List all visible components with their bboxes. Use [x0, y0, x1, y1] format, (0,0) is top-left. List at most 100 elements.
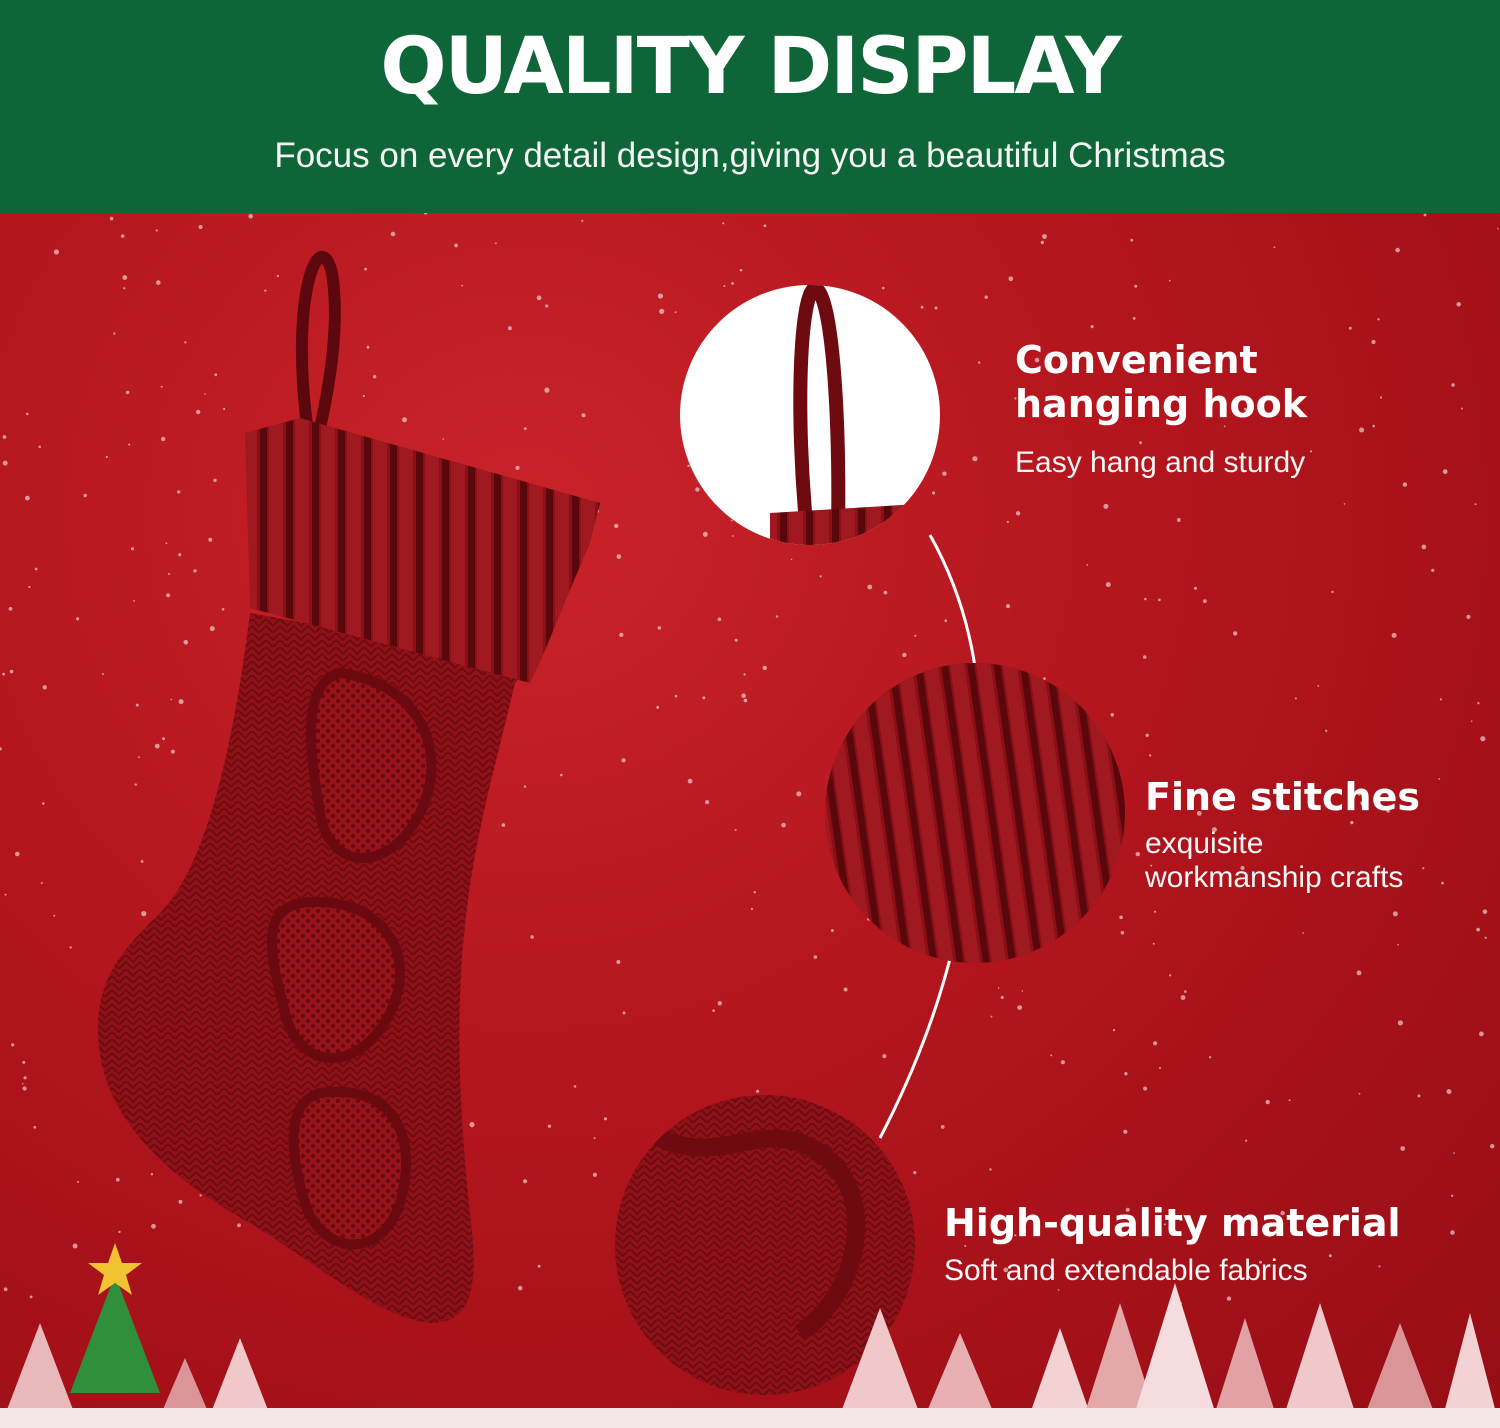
snow-dot — [723, 285, 726, 288]
snow-dot — [1343, 503, 1346, 505]
snow-dot — [223, 407, 226, 411]
product-scene: Convenient hanging hook Easy hang and st… — [0, 213, 1500, 1428]
snow-dot — [72, 1243, 78, 1249]
snow-dot — [1120, 930, 1125, 935]
snow-dot — [1154, 910, 1157, 913]
snow-dot — [213, 478, 217, 482]
snow-dot — [198, 224, 203, 230]
snow-dot — [1497, 227, 1499, 230]
snow-dot — [118, 1230, 121, 1234]
snow-dot — [1442, 469, 1448, 475]
snow-dot — [178, 553, 182, 557]
snow-dot — [813, 955, 818, 959]
snow-dot — [1490, 1144, 1495, 1149]
snow-dot — [1392, 911, 1398, 917]
snow-dot — [22, 1083, 24, 1085]
snow-dot — [819, 575, 822, 578]
snow-dot — [705, 800, 710, 805]
snow-dot — [26, 412, 29, 416]
snow-dot — [208, 537, 213, 542]
snow-dot — [1402, 482, 1408, 487]
snow-dot — [614, 523, 619, 529]
snow-dot — [40, 882, 43, 884]
snow-dot — [237, 1223, 241, 1228]
snow-dot — [1143, 1086, 1148, 1091]
snow-dot — [978, 361, 981, 364]
snow-dot — [362, 394, 365, 398]
snow-dot — [1130, 238, 1134, 242]
snow-dot — [1152, 942, 1155, 945]
snow-dot — [199, 1194, 202, 1197]
snow-dot — [101, 673, 104, 675]
snow-dot — [1358, 1092, 1361, 1095]
snow-dot — [1157, 598, 1161, 602]
snow-dot — [264, 289, 267, 292]
snow-dot — [1378, 1265, 1381, 1268]
snow-dot — [1168, 974, 1172, 977]
snow-dot — [178, 1199, 183, 1204]
snow-dot — [161, 436, 166, 442]
christmas-tree-icon — [70, 1275, 160, 1393]
snow-dot — [25, 495, 30, 501]
snow-dot — [1112, 1028, 1116, 1032]
snow-dot — [214, 373, 218, 377]
snow-dot — [573, 1085, 577, 1088]
snow-dot — [722, 222, 725, 225]
snow-dot — [1453, 1152, 1455, 1154]
snow-dot — [762, 665, 767, 671]
snow-dot — [695, 487, 700, 492]
snow-dot — [1460, 407, 1463, 410]
snow-dot — [135, 703, 139, 707]
snow-dot — [1348, 326, 1352, 330]
snow-dot — [657, 626, 662, 630]
feature-stitches-desc-line2: workmanship crafts — [1145, 861, 1404, 894]
snow-dot — [1208, 1056, 1212, 1059]
snow-dot — [902, 652, 907, 658]
snow-dot — [1135, 851, 1141, 857]
snow-dot — [1441, 881, 1444, 885]
snow-dot — [165, 542, 168, 545]
snow-dot — [183, 640, 189, 645]
snow-dot — [775, 615, 779, 618]
snow-dot — [128, 443, 131, 446]
snow-dot — [1397, 1020, 1403, 1026]
snow-dot — [113, 332, 116, 335]
snow-dot — [221, 608, 225, 611]
snow-dot — [22, 1086, 27, 1091]
snow-dot — [177, 490, 181, 494]
snow-dot — [731, 282, 734, 285]
feature-stitches-desc-line1: exquisite — [1145, 827, 1264, 860]
snow-dot — [1397, 943, 1399, 946]
snow-dot — [1328, 1254, 1332, 1258]
snow-dot — [1477, 702, 1480, 705]
snow-dot — [1331, 590, 1334, 594]
snow-dot — [781, 822, 786, 828]
snow-dot — [1139, 441, 1142, 445]
snow-dot — [830, 929, 834, 932]
snow-dot — [1132, 317, 1136, 320]
snow-dot — [741, 693, 746, 698]
snow-dot — [1391, 632, 1397, 638]
snow-dot — [372, 375, 377, 379]
snow-dot — [1288, 1099, 1291, 1102]
snow-dot — [209, 626, 215, 632]
snow-dot — [34, 567, 38, 571]
snow-dot — [69, 946, 72, 949]
snow-dot — [276, 274, 279, 278]
snow-dot — [1040, 240, 1045, 245]
snow-dot — [390, 231, 396, 237]
snow-dot — [702, 696, 706, 700]
snow-dot — [674, 694, 678, 698]
snow-dot — [1184, 990, 1187, 993]
snow-dot — [170, 749, 175, 754]
snow-dot — [515, 465, 520, 470]
snow-dot — [76, 617, 80, 621]
snow-dot — [1144, 597, 1147, 601]
snow-dot — [29, 1295, 33, 1299]
snow-dot — [1294, 697, 1297, 700]
snow-dot — [763, 224, 767, 228]
snow-dot — [2, 672, 5, 676]
snow-dot — [1476, 927, 1480, 932]
snow-dot — [11, 1043, 15, 1047]
snow-dot — [964, 1245, 967, 1247]
